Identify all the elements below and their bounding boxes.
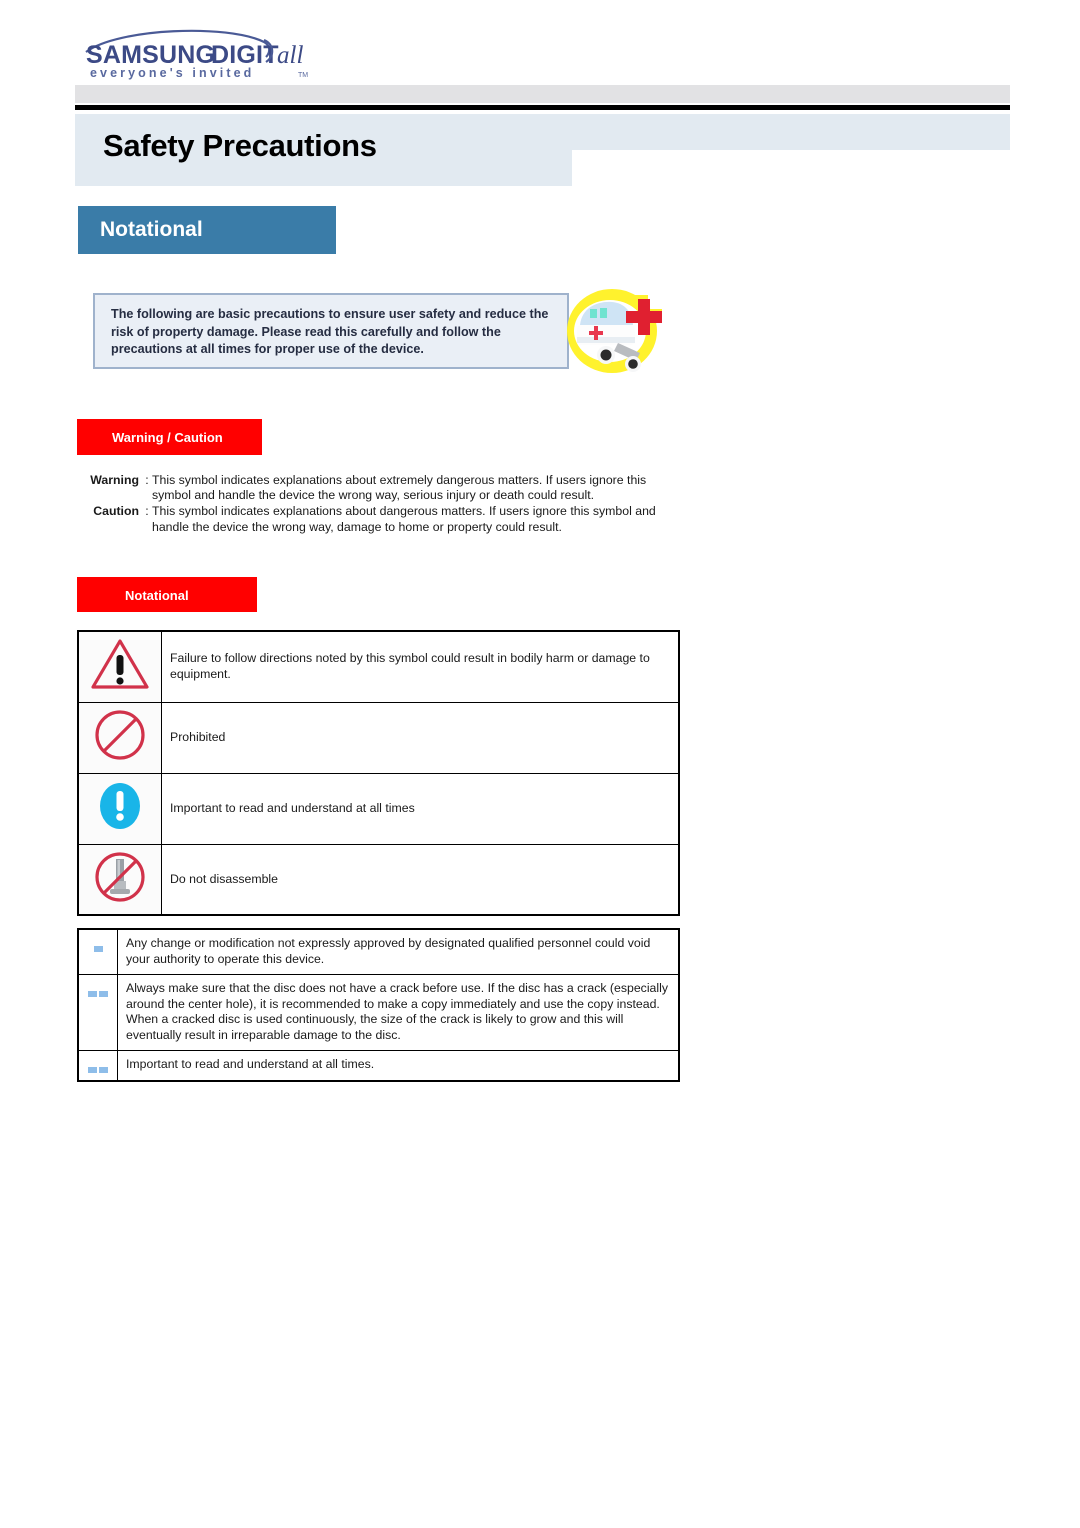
table-row: Any change or modification not expressly… (77, 928, 680, 975)
bullet-square-icon (93, 945, 103, 952)
notational-label-text: Notational (125, 588, 189, 603)
samsung-digitall-logo-icon: SAMSUNG DIGIT all everyone's invited TM (85, 29, 308, 80)
ambulance-icon (560, 281, 668, 381)
additional-notes-table: Any change or modification not expressly… (77, 928, 680, 1082)
svg-text:SAMSUNG: SAMSUNG (86, 41, 215, 69)
important-exclamation-icon (77, 772, 162, 845)
table-row: Important to read and understand at all … (77, 772, 680, 845)
title-band-notch (572, 150, 1010, 186)
table-row: Failure to follow directions noted by th… (77, 630, 680, 703)
note-text: Any change or modification not expressly… (117, 928, 680, 975)
page-title: Safety Precautions (103, 128, 377, 163)
note-text: Important to read and understand at all … (117, 1050, 680, 1081)
symbol-description: Important to read and understand at all … (161, 772, 680, 845)
note-bullet-marker (77, 928, 118, 975)
table-row: Important to read and understand at all … (77, 1050, 680, 1081)
intro-banner-text: The following are basic precautions to e… (111, 307, 549, 356)
definition-row-warning: Warning : This symbol indicates explanat… (77, 473, 677, 503)
svg-text:TM: TM (298, 72, 308, 79)
svg-text:DIGIT: DIGIT (211, 41, 279, 69)
svg-text:all: all (277, 42, 303, 69)
do-not-disassemble-icon (77, 843, 162, 916)
definition-body-warning: This symbol indicates explanations about… (152, 473, 647, 503)
definition-term-warning: Warning (90, 473, 139, 487)
symbol-description: Prohibited (161, 701, 680, 774)
symbol-description: Failure to follow directions noted by th… (161, 630, 680, 703)
section-tab-label: Notational (100, 218, 203, 241)
warning-triangle-icon (77, 630, 162, 703)
header-divider-rule (75, 105, 1010, 110)
definition-row-caution: Caution : This symbol indicates explanat… (77, 504, 677, 534)
note-bullet-marker (77, 974, 118, 1051)
warning-caution-label-text: Warning / Caution (112, 430, 223, 445)
definition-colon-warning: : (145, 473, 149, 487)
notational-symbol-table: Failure to follow directions noted by th… (77, 630, 680, 916)
table-row: Always make sure that the disc does not … (77, 974, 680, 1051)
note-text: Always make sure that the disc does not … (117, 974, 680, 1051)
prohibited-icon (77, 701, 162, 774)
bullet-square-icon (99, 1066, 108, 1073)
samsung-logo: SAMSUNG DIGIT all everyone's invited TM (78, 26, 378, 80)
bullet-square-icon (88, 990, 97, 997)
header-grey-bar (75, 85, 1010, 103)
symbol-description: Do not disassemble (161, 843, 680, 916)
warning-caution-definitions: Warning : This symbol indicates explanat… (77, 473, 677, 536)
svg-text:everyone's invited: everyone's invited (90, 66, 254, 80)
bullet-square-icon (99, 990, 108, 997)
table-row: Prohibited (77, 701, 680, 774)
note-bullet-marker (77, 1050, 118, 1081)
section-tab-notational[interactable]: Notational (78, 206, 336, 254)
intro-banner: The following are basic precautions to e… (93, 293, 569, 369)
definition-term-caution: Caution (93, 504, 139, 519)
definition-colon-caution: : (145, 504, 149, 519)
table-row: Do not disassemble (77, 843, 680, 916)
bullet-square-icon (88, 1066, 97, 1073)
definition-body-caution: This symbol indicates explanations about… (152, 504, 656, 534)
